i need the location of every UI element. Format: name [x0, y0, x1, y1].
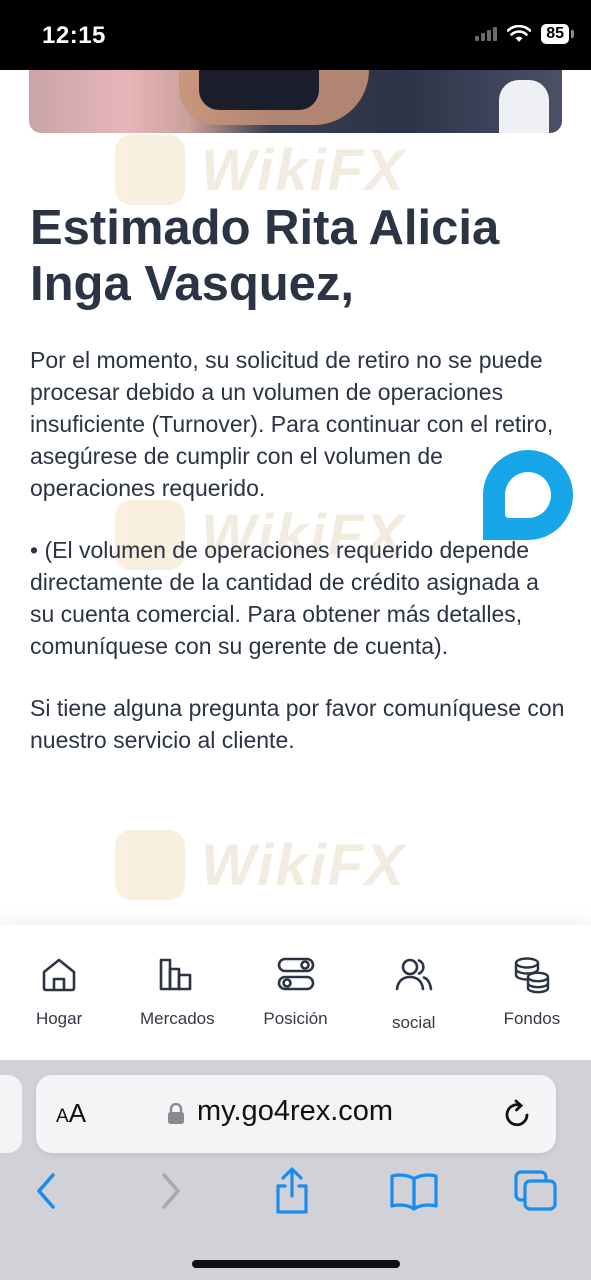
chat-support-button[interactable] — [483, 450, 573, 540]
users-icon — [395, 958, 433, 991]
browser-toolbar — [0, 1165, 591, 1225]
status-indicators: 85 — [475, 24, 574, 44]
reload-icon[interactable] — [500, 1097, 534, 1131]
share-icon — [276, 1167, 308, 1214]
status-time: 12:15 — [42, 22, 106, 49]
cellular-signal-icon — [475, 27, 498, 41]
nav-item-mercados[interactable]: Mercados — [118, 925, 236, 1060]
message-paragraph: Si tiene alguna pregunta por favor comun… — [30, 695, 565, 753]
back-button[interactable] — [20, 1165, 72, 1217]
greeting-heading: Estimado Rita Alicia Inga Vasquez, — [30, 201, 500, 311]
text-size-button[interactable]: AA — [56, 1098, 86, 1129]
nav-label: social — [391, 1013, 436, 1032]
nav-item-hogar[interactable]: Hogar — [0, 925, 118, 1060]
nav-item-posicion[interactable]: Posición — [236, 925, 354, 1060]
address-bar[interactable]: AA my.go4rex.com — [36, 1075, 556, 1153]
wifi-icon — [507, 25, 532, 42]
home-indicator — [192, 1260, 400, 1268]
nav-label: Hogar — [35, 1009, 83, 1028]
book-icon — [390, 1173, 438, 1211]
bar-chart-icon — [159, 958, 192, 991]
nav-label: Fondos — [503, 1009, 561, 1028]
previous-tab-peek[interactable] — [0, 1075, 22, 1153]
toggles-icon — [277, 957, 314, 991]
share-button[interactable] — [266, 1165, 318, 1217]
lock-icon — [168, 1103, 184, 1124]
browser-chrome: AA my.go4rex.com — [0, 1060, 591, 1280]
nav-item-fondos[interactable]: Fondos — [473, 925, 591, 1060]
nav-item-social[interactable]: social — [355, 925, 473, 1060]
watermark: WikiFX — [115, 830, 406, 900]
home-icon — [42, 958, 76, 992]
watermark: WikiFX — [115, 135, 406, 205]
chevron-right-icon — [162, 1173, 180, 1209]
tabs-icon — [514, 1170, 557, 1211]
message-content: Estimado Rita Alicia Inga Vasquez, Por e… — [30, 200, 565, 756]
bottom-nav: Hogar Mercados Posición social Fondos — [0, 925, 591, 1060]
status-bar: 12:15 85 — [0, 0, 591, 70]
bookmarks-button[interactable] — [388, 1165, 440, 1217]
nav-label: Mercados — [139, 1009, 215, 1028]
chat-icon — [505, 472, 551, 518]
chevron-left-icon — [37, 1173, 55, 1209]
nav-label: Posición — [263, 1009, 328, 1028]
message-paragraph: • (El volumen de operaciones requerido d… — [30, 537, 539, 659]
battery-indicator: 85 — [541, 24, 574, 44]
tabs-button[interactable] — [510, 1165, 562, 1217]
url-text: my.go4rex.com — [197, 1095, 394, 1127]
forward-button[interactable] — [145, 1165, 197, 1217]
coins-icon — [514, 957, 550, 994]
hero-image — [29, 70, 562, 133]
